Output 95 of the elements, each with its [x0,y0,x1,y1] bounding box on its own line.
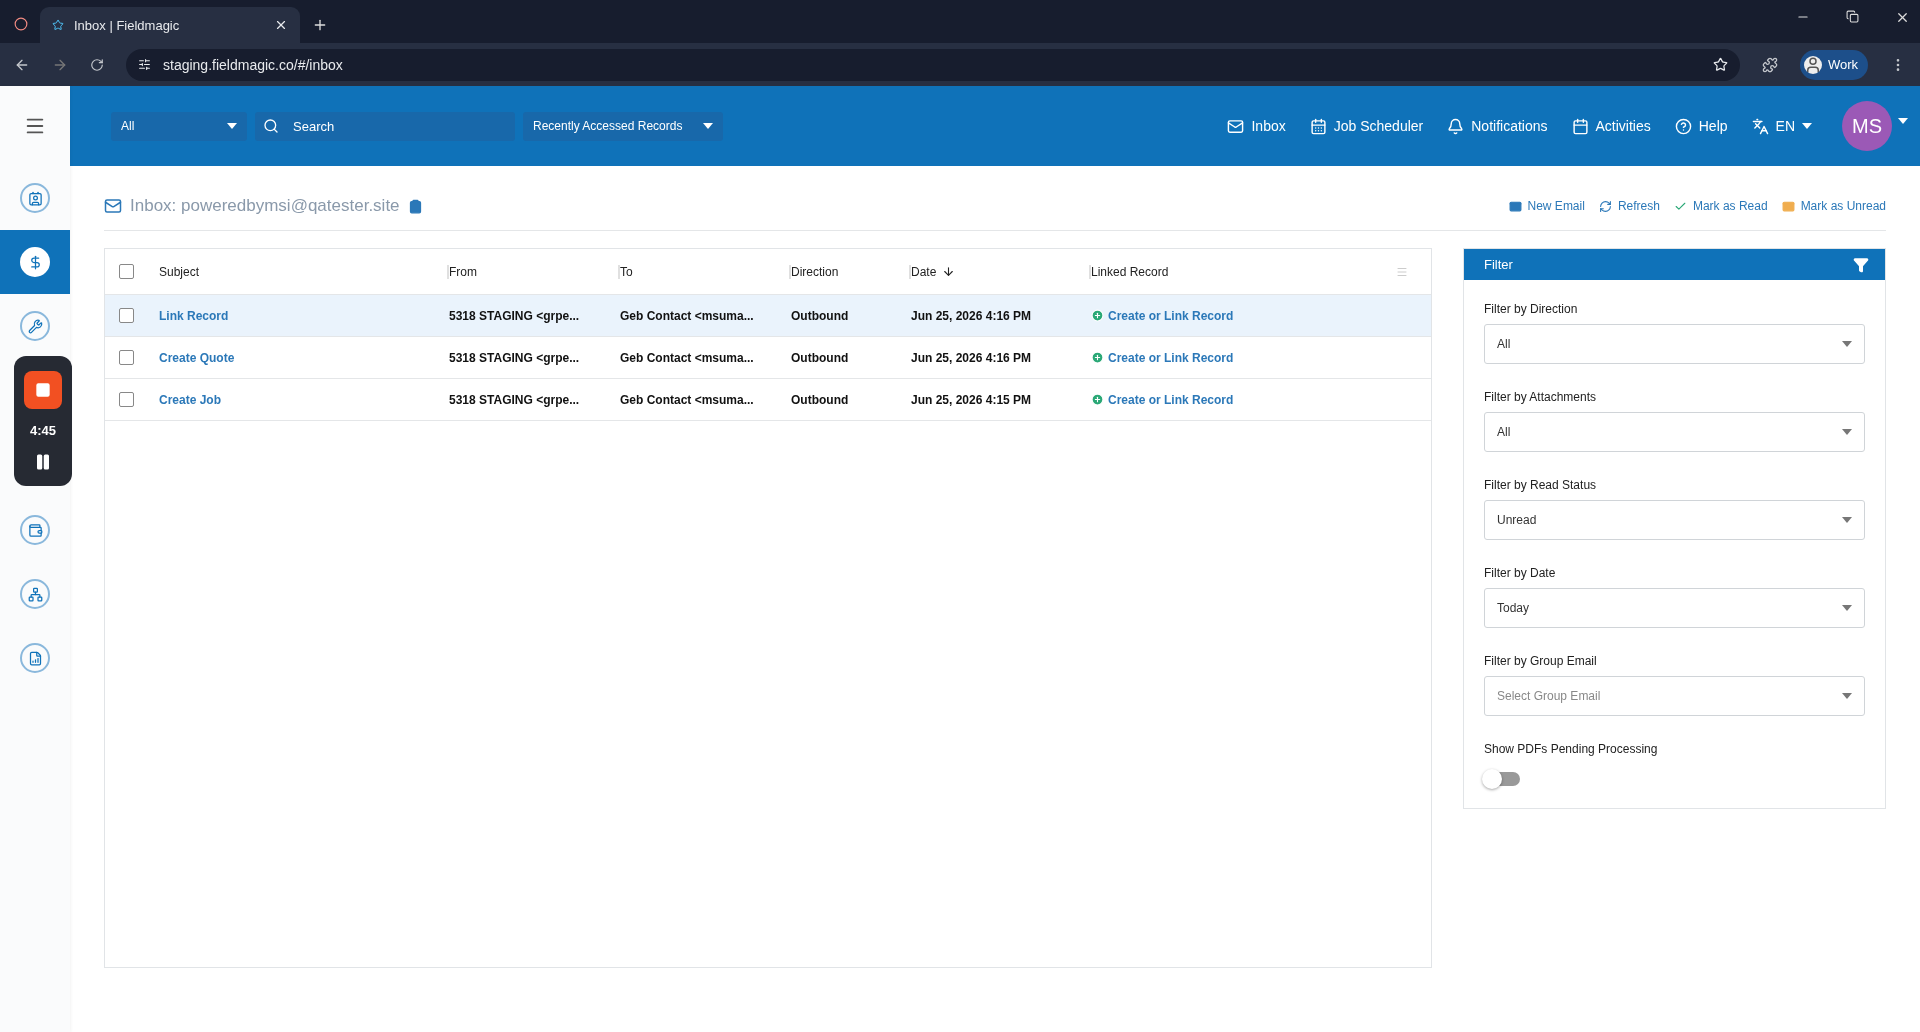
record-icon [14,17,28,31]
contact-book-icon [27,190,43,206]
action-link[interactable]: Mark as Unread [1781,199,1886,213]
help-icon [1674,117,1692,135]
stop-icon [35,382,51,399]
network-icon [27,586,43,602]
calendar-icon [1571,117,1589,135]
select-all-checkbox[interactable] [119,264,134,279]
subject-link[interactable]: Create Job [159,392,449,407]
row-checkbox[interactable] [119,308,134,323]
column-menu-icon [1396,265,1408,278]
table-cell-text: Geb Contact <msuma... [620,350,755,365]
nav-link[interactable]: Help [1674,117,1728,135]
nav-link[interactable]: Activities [1571,117,1651,135]
pause-icon [34,452,52,471]
filter-label: Filter by Read Status [1484,478,1598,492]
table-cell-text: Jun 25, 2026 4:16 PM [911,350,1033,365]
filter-label: Filter by Group Email [1484,654,1598,668]
table-cell-text: 5318 STAGING <grpe... [449,350,581,365]
create-link[interactable]: Create or Link Record [1091,392,1396,407]
filter-dropdown[interactable]: All [1484,324,1865,364]
bell-icon [1447,117,1465,135]
report-icon [27,650,43,666]
restore-icon [1846,10,1859,23]
table-cell-text: Geb Contact <msuma... [620,392,755,407]
nav-link[interactable]: EN [1751,117,1812,135]
calendar-icon [1309,117,1327,135]
table-cell-text: Jun 25, 2026 4:16 PM [911,308,1033,323]
address-bar[interactable]: staging.fieldmagic.co/#/inbox [126,48,1740,81]
table-cell-text: 5318 STAGING <grpe... [449,392,581,407]
toggle-label: Show PDFs Pending Processing [1484,742,1659,756]
filter-label: Filter by Direction [1484,302,1579,316]
toggle-switch[interactable] [1484,772,1520,786]
column-header[interactable]: Date [911,264,1091,279]
close-icon [274,18,288,32]
nav-link[interactable]: Inbox [1227,117,1286,135]
column-header[interactable]: Subject [159,264,449,279]
column-header[interactable]: To [620,264,791,279]
filter-dropdown[interactable]: Unread [1484,500,1865,540]
profile-button[interactable]: Work [1799,49,1868,80]
filter-label: Filter by Date [1484,566,1557,580]
site-icon [52,19,64,31]
page-title: Inbox: poweredbymsi@qatester.site [130,196,400,216]
table-cell-text: Geb Contact <msuma... [620,308,755,323]
table-cell-text: 5318 STAGING <grpe... [449,308,581,323]
nav-link[interactable]: Job Scheduler [1309,117,1424,135]
stop-button[interactable] [24,371,62,410]
column-header[interactable]: Linked Record [1091,264,1396,279]
clipboard-icon [407,198,423,214]
sort-arrow-icon [942,265,956,278]
avatar-icon [1803,55,1822,74]
bookmark-icon [1712,57,1728,72]
plus-icon [1091,393,1104,406]
subject-link[interactable]: Create Quote [159,350,449,365]
wallet-icon [27,522,43,538]
filter-title: Filter [1484,257,1513,272]
action-link[interactable]: Mark as Read [1673,199,1768,213]
action-link[interactable]: Refresh [1598,199,1660,213]
table-row[interactable]: Link Record 5318 STAGING <grpe... Geb Contact <msuma... Outbound Jun 25, 2026 4:16 PM Create or Link Record [105,295,1431,337]
column-header[interactable]: From [449,264,620,279]
wrench-icon [27,318,43,334]
column-header[interactable]: Direction [791,264,911,279]
filter-dropdown[interactable]: Select Group Email [1484,676,1865,716]
filter-icon [1853,256,1869,273]
search-icon [263,117,279,134]
reload-icon [90,57,104,72]
subject-link[interactable]: Link Record [159,308,449,323]
plus-icon [1091,309,1104,322]
plus-icon [1091,351,1104,364]
table-cell-text: Jun 25, 2026 4:15 PM [911,392,1033,407]
filter-label: Filter by Attachments [1484,390,1598,404]
nav-link[interactable]: Notifications [1447,117,1548,135]
table-cell-text: Outbound [791,392,850,407]
action-link[interactable]: New Email [1508,199,1585,213]
row-checkbox[interactable] [119,350,134,365]
create-link[interactable]: Create or Link Record [1091,308,1396,323]
create-link[interactable]: Create or Link Record [1091,350,1396,365]
new-tab-icon [312,17,328,33]
recording-time: 4:45 [30,423,56,439]
table-cell-text: Outbound [791,308,850,323]
site-settings-icon [138,58,151,71]
filter-dropdown[interactable]: Today [1484,588,1865,628]
user-avatar[interactable]: MS [1842,101,1892,151]
table-cell-text: Outbound [791,350,850,365]
extensions-icon [1761,56,1778,73]
close-icon [1895,10,1910,25]
sidebar-item[interactable] [0,230,70,294]
filter-dropdown[interactable]: All [1484,412,1865,452]
row-checkbox[interactable] [119,392,134,407]
search-field[interactable]: Search [255,111,515,141]
language-icon [1751,117,1769,135]
refresh-icon [1598,199,1612,213]
scope-dropdown[interactable]: All [111,111,247,141]
recent-records-dropdown[interactable]: Recently Accessed Records [523,111,723,141]
browser-tab[interactable]: Inbox | Fieldmagic [40,7,300,43]
